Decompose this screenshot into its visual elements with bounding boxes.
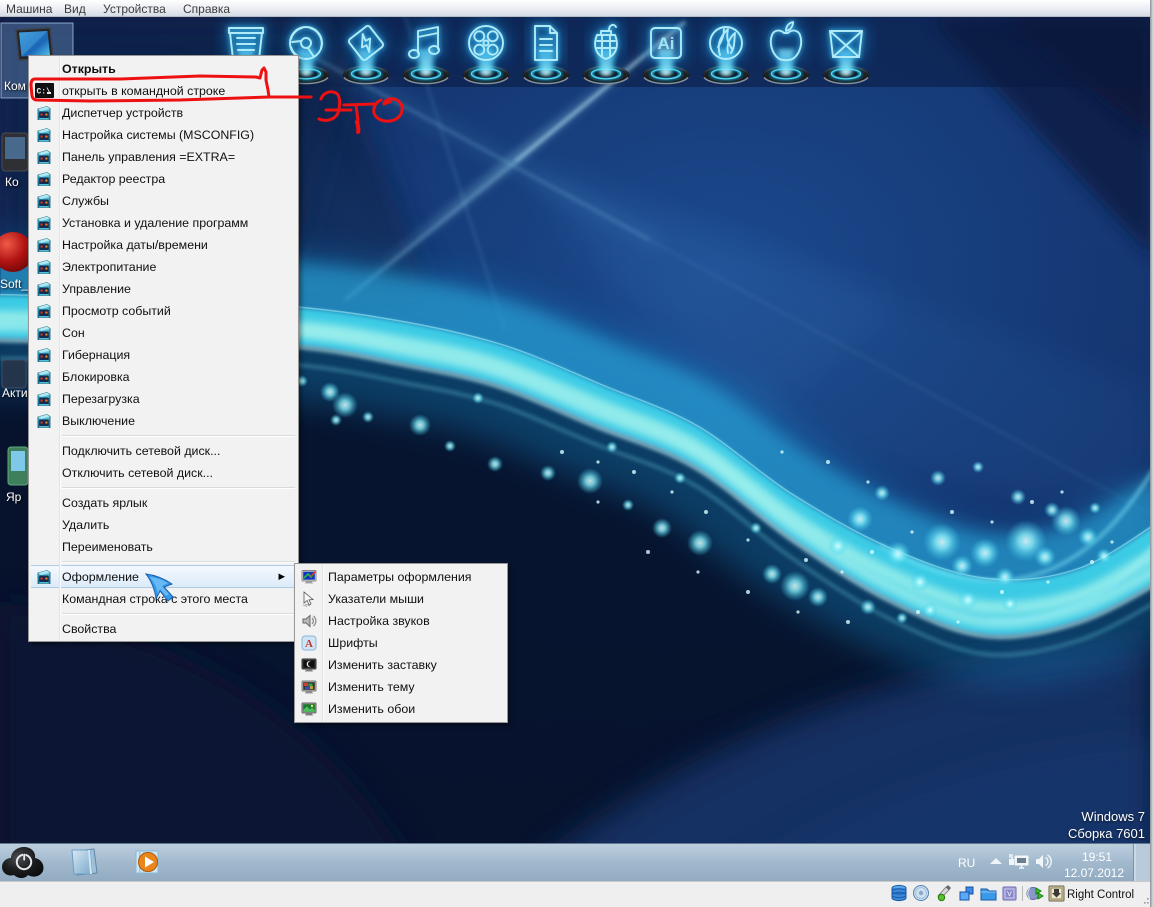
svg-text:Ai: Ai — [658, 34, 675, 53]
svg-text:12.07.2012: 12.07.2012 — [1064, 866, 1124, 880]
svg-text:RU: RU — [958, 856, 975, 870]
svg-text:A: A — [305, 638, 313, 650]
svg-text:V: V — [1007, 891, 1012, 898]
svg-text:19:51: 19:51 — [1082, 850, 1112, 864]
svg-text:Right Control: Right Control — [1067, 889, 1134, 901]
